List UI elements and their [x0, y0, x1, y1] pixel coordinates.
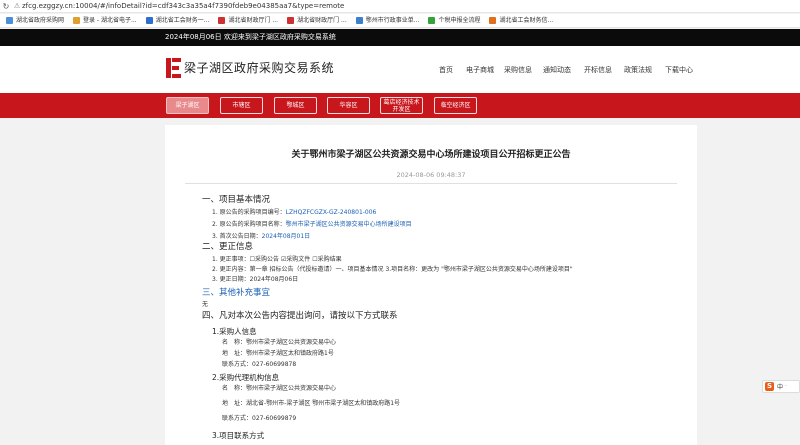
nav-item[interactable]: 电子商城: [466, 64, 494, 76]
url-text[interactable]: zfcg.ezggzy.cn:10004/#/infoDetail?id=cdf…: [22, 0, 344, 13]
article-title: 关于鄂州市梁子湖区公共资源交易中心场所建设项目公开招标更正公告: [291, 150, 571, 160]
correction-row: 2. 更正内容：第一章 招标公告（代投标邀请）一、项目基本情况 3.项目名称：更…: [212, 266, 573, 273]
nav-item[interactable]: 下载中心: [665, 64, 693, 76]
divider: [185, 183, 677, 184]
bookmark-item[interactable]: 湖北省财政厅门 ...: [287, 14, 347, 27]
section-heading-3: 三、其他补充事宜: [202, 288, 271, 298]
bookmark-favicon-icon: [6, 17, 13, 24]
info-row: 2. 原公告的采购项目名称：鄂州市梁子湖区公共资源交易中心场所建设项目: [212, 221, 412, 229]
bookmark-item[interactable]: 湖北省政府采购网: [6, 14, 65, 27]
contact-2-title: 2.采购代理机构信息: [212, 373, 280, 382]
section-heading-4: 四、凡对本次公告内容提出询问，请按以下方式联系: [202, 311, 398, 321]
bookmark-item[interactable]: 湖北省财政厅门 ...: [218, 14, 279, 27]
section-heading-1: 一、项目基本情况: [202, 195, 271, 205]
bookmark-favicon-icon: [218, 17, 226, 24]
info-value: 鄂州市梁子湖区公共资源交易中心场所建设项目: [285, 221, 412, 228]
bookmark-label: 鄂州市行政事业单...: [365, 16, 420, 24]
nav-item[interactable]: 开标信息: [584, 64, 612, 76]
main-nav: 首页 电子商城 采购信息 通知动态 开标信息 政策法规 下载中心: [0, 64, 800, 76]
district-tab[interactable]: 葛店经济技术开发区: [380, 97, 423, 114]
bookmark-label: 湖北省政府采购网: [16, 16, 65, 24]
bookmark-item[interactable]: 个税申报全流程: [428, 14, 481, 27]
contact-row: 联系方式：027-60699878: [222, 361, 297, 368]
contact-3-title: 3.项目联系方式: [212, 431, 265, 440]
ime-more-icon[interactable]: ·: [785, 383, 787, 390]
bookmark-label: 湖北省工会财务一...: [155, 16, 210, 24]
bookmark-favicon-icon: [428, 17, 436, 24]
district-tab[interactable]: 梁子湖区: [166, 97, 209, 114]
nav-item[interactable]: 首页: [439, 64, 453, 76]
bookmark-item[interactable]: 鄂州市行政事业单...: [355, 14, 420, 27]
bookmark-item[interactable]: 登录 - 湖北省电子...: [73, 14, 137, 27]
article-date: 2024-08-06 09:48:37: [396, 171, 466, 179]
article-panel: 关于鄂州市梁子湖区公共资源交易中心场所建设项目公开招标更正公告 2024-08-…: [165, 125, 697, 445]
info-label: 1. 原公告的采购项目编号：: [212, 209, 286, 216]
reload-icon[interactable]: ↻: [0, 0, 12, 13]
bookmark-favicon-icon: [73, 17, 81, 24]
ime-widget[interactable]: S 中 ·: [762, 380, 800, 393]
district-tab[interactable]: 鄂城区: [274, 97, 317, 114]
correction-row: 3. 更正日期：2024年08月06日: [212, 276, 299, 283]
bookmark-favicon-icon: [489, 17, 497, 24]
lock-icon[interactable]: ⚠: [12, 0, 22, 13]
top-strip: 2024年08月06日 欢迎来到梁子湖区政府采购交易系统: [0, 29, 800, 46]
welcome-text: 2024年08月06日 欢迎来到梁子湖区政府采购交易系统: [165, 33, 336, 41]
bookmark-item[interactable]: 湖北省工会财务一...: [145, 14, 210, 27]
info-label: 3. 首次公告日期：: [212, 233, 262, 240]
district-tab[interactable]: 市辖区: [220, 97, 263, 114]
nav-item[interactable]: 通知动态: [543, 64, 571, 76]
bookmark-label: 湖北省财政厅门 ...: [297, 16, 347, 24]
section-3-body: 无: [202, 301, 209, 308]
district-tab[interactable]: 临空经济区: [434, 97, 477, 114]
ime-lang-label[interactable]: 中: [777, 382, 783, 391]
bookmark-item[interactable]: 湖北省工会财务信...: [489, 14, 554, 27]
contact-row: 名 称：鄂州市梁子湖区公共资源交易中心: [222, 339, 337, 346]
contact-row: 地 址：湖北省-鄂州市-梁子湖区 鄂州市梁子湖区太和镇政府路1号: [222, 400, 401, 407]
bookmark-label: 个税申报全流程: [438, 16, 481, 24]
info-row: 3. 首次公告日期：2024年08月01日: [212, 233, 310, 241]
info-row: 1. 原公告的采购项目编号：LZHQZFCGZX-GZ-240801-006: [212, 209, 376, 217]
correction-row: 1. 更正事项：☐采购公告 ☑采购文件 ☐采购结果: [212, 256, 342, 263]
browser-address-bar[interactable]: ↻ ⚠ zfcg.ezggzy.cn:10004/#/infoDetail?id…: [0, 0, 800, 13]
ime-logo-icon: S: [765, 382, 774, 391]
section-heading-2: 二、更正信息: [202, 242, 254, 252]
bookmark-favicon-icon: [145, 17, 153, 24]
district-bar: 梁子湖区 市辖区 鄂城区 华容区 葛店经济技术开发区 临空经济区: [0, 93, 800, 118]
contact-1-title: 1.采购人信息: [212, 327, 257, 336]
site-header: 梁子湖区政府采购交易系统 首页 电子商城 采购信息 通知动态 开标信息 政策法规 下载中心: [0, 46, 800, 93]
info-value: 2024年08月01日: [261, 233, 311, 240]
info-label: 2. 原公告的采购项目名称：: [212, 221, 286, 228]
district-tab[interactable]: 华容区: [327, 97, 370, 114]
bookmark-label: 登录 - 湖北省电子...: [83, 16, 137, 24]
contact-row: 名 称：鄂州市梁子湖区公共资源交易中心: [222, 385, 337, 392]
bookmark-favicon-icon: [355, 17, 363, 24]
bookmark-label: 湖北省工会财务信...: [499, 16, 554, 24]
info-value: LZHQZFCGZX-GZ-240801-006: [285, 209, 377, 216]
bookmark-favicon-icon: [287, 17, 295, 24]
contact-row: 地 址：鄂州市梁子湖区太和镇政府路1号: [222, 350, 334, 357]
bookmark-label: 湖北省财政厅门 ...: [228, 16, 279, 24]
bookmarks-bar: 湖北省政府采购网 登录 - 湖北省电子... 湖北省工会财务一... 湖北省财政厅门 …: [0, 14, 800, 28]
nav-item[interactable]: 政策法规: [624, 64, 652, 76]
contact-row: 联系方式：027-60699879: [222, 415, 297, 422]
nav-item[interactable]: 采购信息: [504, 64, 532, 76]
